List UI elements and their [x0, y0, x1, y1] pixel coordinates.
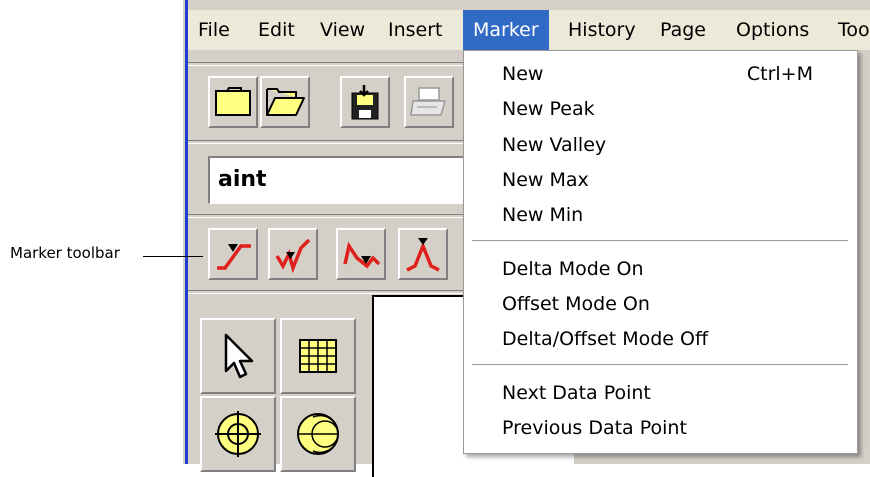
menu-edit[interactable]: Edit: [248, 10, 305, 50]
save-button[interactable]: [340, 76, 390, 128]
menu-item-new[interactable]: New: [502, 63, 543, 85]
menu-item-new-valley[interactable]: New Valley: [502, 134, 606, 156]
menu-options[interactable]: Options: [726, 10, 819, 50]
new-button[interactable]: [208, 76, 258, 128]
toolbar-separator: [188, 140, 488, 144]
menu-item-previous-data-point[interactable]: Previous Data Point: [502, 417, 687, 439]
toolbar-separator: [188, 62, 488, 66]
polar-button[interactable]: [200, 396, 276, 472]
marker-menu: New Ctrl+M New Peak New Valley New Max N…: [463, 50, 858, 454]
menu-item-new-min[interactable]: New Min: [502, 204, 583, 226]
menu-item-next-data-point[interactable]: Next Data Point: [502, 382, 651, 404]
menu-separator: [472, 240, 848, 242]
trace-name-field[interactable]: aint: [208, 156, 478, 204]
menu-item-delta-mode-on[interactable]: Delta Mode On: [502, 258, 644, 280]
menu-separator: [472, 364, 848, 366]
polar-chart-icon: [215, 411, 261, 457]
marker-max-icon: [406, 238, 440, 272]
menu-history[interactable]: History: [558, 10, 646, 50]
marker-new-icon: [217, 244, 251, 270]
menu-item-delta-offset-mode-off[interactable]: Delta/Offset Mode Off: [502, 328, 708, 350]
pointer-button[interactable]: [200, 318, 276, 394]
menu-page[interactable]: Page: [650, 10, 716, 50]
callout-line: [143, 256, 203, 257]
open-folder-icon: [266, 88, 305, 116]
grid-table-icon: [299, 339, 337, 373]
marker-peak-icon: [275, 238, 311, 274]
window-border: [185, 0, 188, 464]
print-icon: [410, 87, 446, 116]
menu-bar: File Edit View Insert Marker History Pag…: [188, 10, 870, 50]
menu-view[interactable]: View: [310, 10, 375, 50]
menu-file[interactable]: File: [188, 10, 240, 50]
marker-peak-button[interactable]: [268, 228, 318, 280]
pointer-arrow-icon: [224, 333, 254, 379]
print-button[interactable]: [404, 76, 454, 128]
menu-tools[interactable]: Too: [828, 10, 870, 50]
menu-item-new-peak[interactable]: New Peak: [502, 98, 595, 120]
menu-marker[interactable]: Marker: [463, 10, 549, 50]
save-disk-icon: [351, 85, 379, 120]
toolbar-separator: [188, 290, 488, 294]
smith-button[interactable]: [280, 396, 356, 472]
menu-insert[interactable]: Insert: [378, 10, 453, 50]
marker-valley-button[interactable]: [336, 228, 386, 280]
marker-new-button[interactable]: [208, 228, 258, 280]
marker-max-button[interactable]: [398, 228, 448, 280]
smith-chart-icon: [297, 413, 339, 455]
menu-item-new-max[interactable]: New Max: [502, 169, 589, 191]
toolbar-separator: [188, 214, 488, 218]
marker-toolbar-callout: Marker toolbar: [10, 244, 120, 262]
grid-button[interactable]: [280, 318, 356, 394]
open-button[interactable]: [260, 76, 310, 128]
marker-valley-icon: [343, 241, 381, 269]
menu-item-offset-mode-on[interactable]: Offset Mode On: [502, 293, 650, 315]
menu-item-new-shortcut: Ctrl+M: [746, 63, 813, 85]
new-folder-icon: [215, 87, 251, 116]
